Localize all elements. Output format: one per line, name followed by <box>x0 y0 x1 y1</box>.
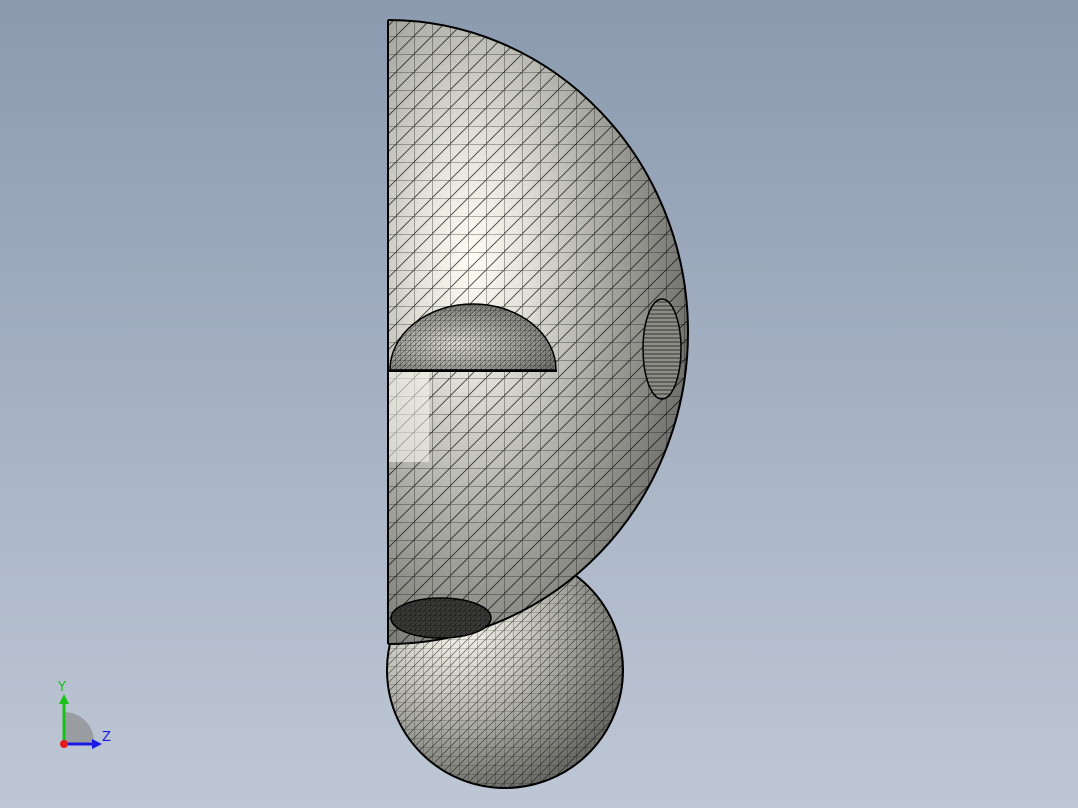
orientation-triad[interactable]: Y Z <box>52 680 122 754</box>
y-axis-label: Y <box>58 680 66 695</box>
model-view[interactable] <box>0 0 1078 808</box>
z-arrow-icon <box>92 739 102 749</box>
side-circular-opening <box>642 298 682 400</box>
y-arrow-icon <box>59 694 69 704</box>
graphics-viewport[interactable]: Y Z <box>0 0 1078 808</box>
x-axis-icon <box>60 740 68 748</box>
bottom-cup-opening <box>390 597 492 639</box>
z-axis-label: Z <box>102 730 111 745</box>
triad-plane-icon <box>64 712 94 744</box>
